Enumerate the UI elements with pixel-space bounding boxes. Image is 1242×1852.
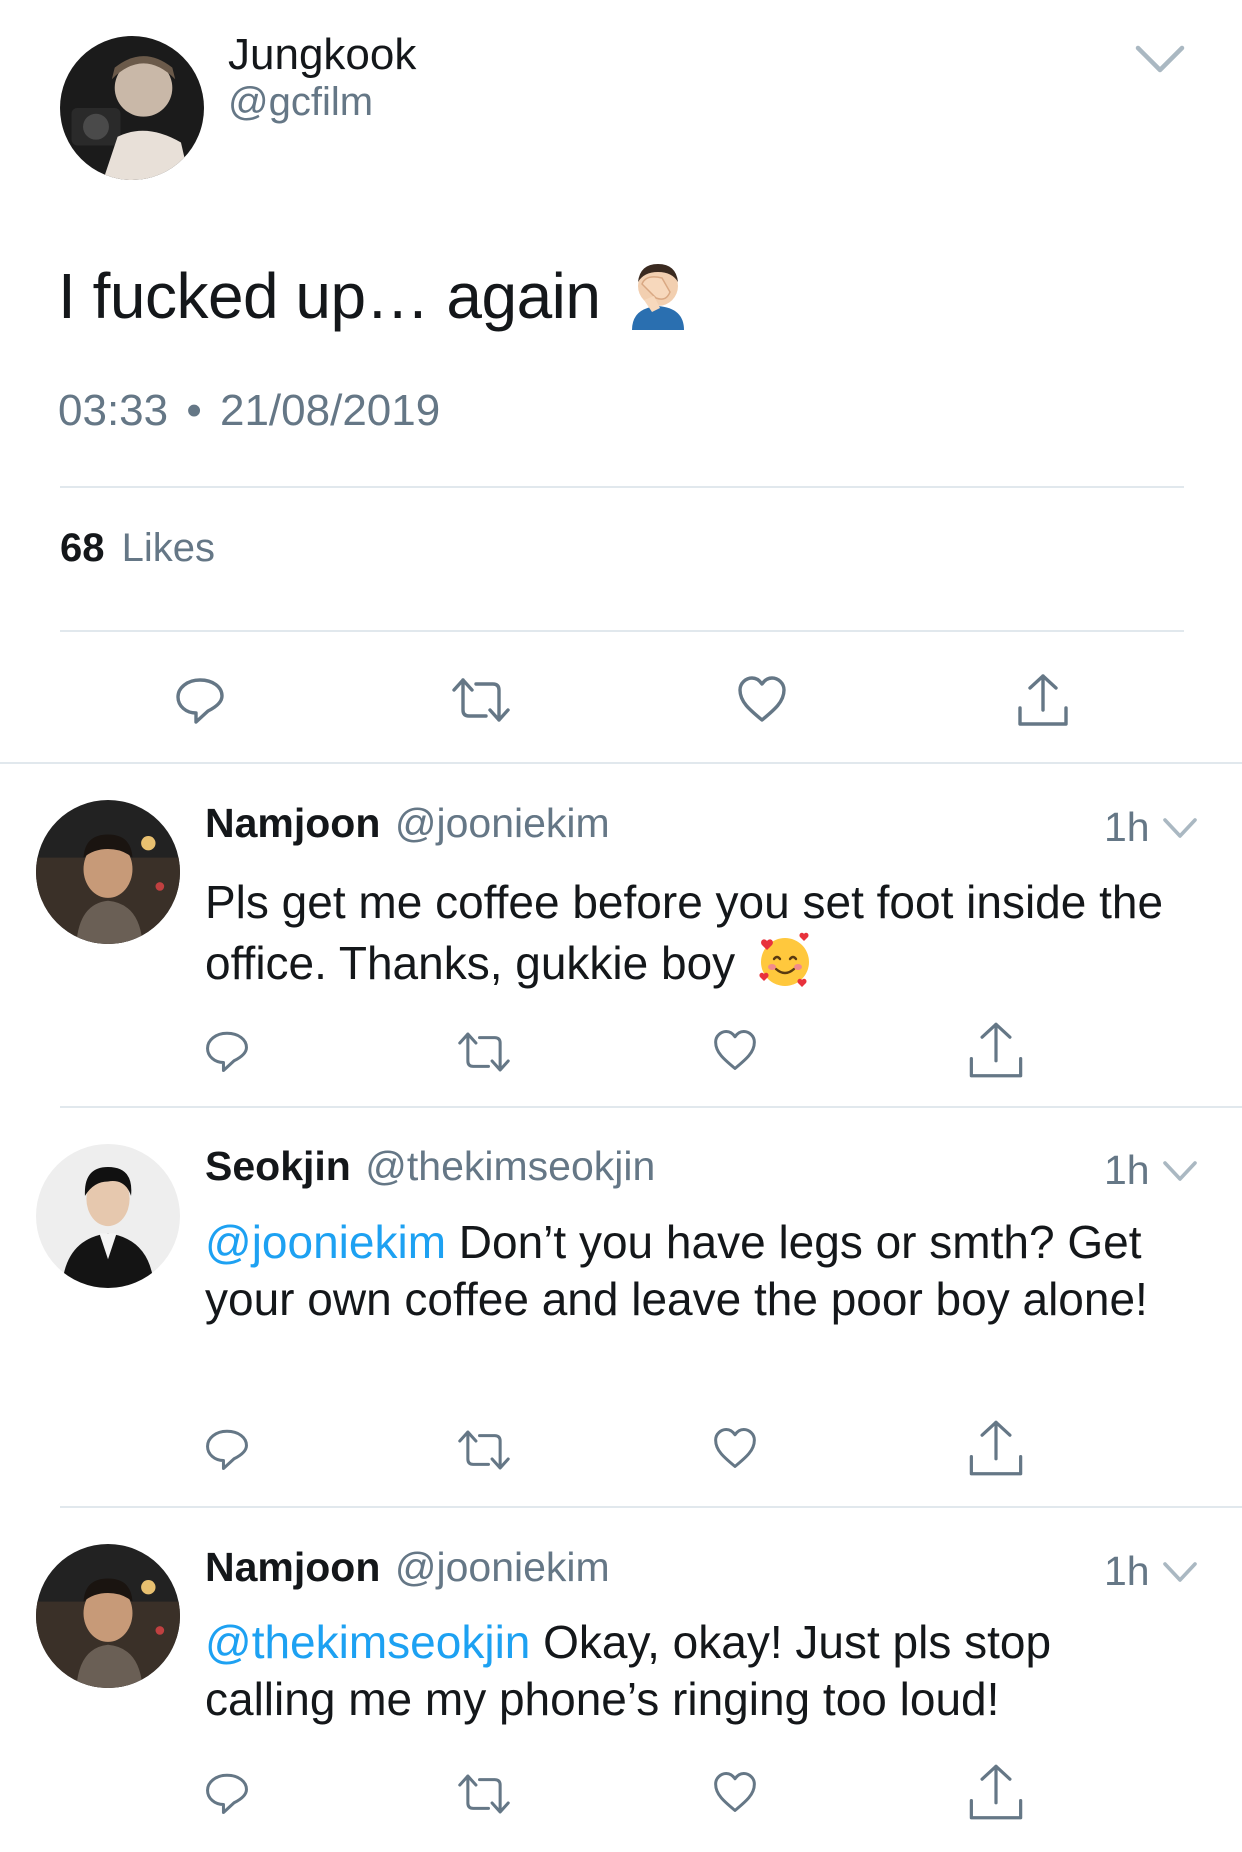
- divider: [60, 486, 1184, 488]
- likes-label: Likes: [121, 526, 216, 570]
- chevron-down-icon[interactable]: [1134, 42, 1186, 76]
- main-tweet-text: I fucked up… again: [58, 260, 601, 332]
- reply-icon[interactable]: [204, 1028, 250, 1074]
- time-separator: •: [186, 386, 202, 435]
- tweet-time: 03:33: [58, 386, 169, 435]
- reply-header: Namjoon @jooniekim: [205, 800, 610, 847]
- reply-icon[interactable]: [174, 674, 226, 726]
- reply-time: 1h: [1104, 804, 1150, 850]
- reply-avatar[interactable]: [36, 1544, 180, 1688]
- reply-avatar[interactable]: [36, 1144, 180, 1288]
- heart-icon[interactable]: [712, 1028, 758, 1072]
- reply-time: 1h: [1104, 1147, 1150, 1193]
- reply-text: @thekimseokjin Okay, okay! Just pls stop…: [205, 1614, 1165, 1728]
- reply-author-handle[interactable]: @jooniekim: [395, 800, 610, 846]
- divider: [60, 630, 1184, 632]
- main-author-name[interactable]: Jungkook: [228, 30, 416, 80]
- reply-body-text: Pls get me coffee before you set foot in…: [205, 876, 1164, 989]
- reply-header: Namjoon @jooniekim: [205, 1544, 610, 1591]
- heart-icon[interactable]: [736, 674, 788, 724]
- reply-avatar[interactable]: [36, 800, 180, 944]
- reply-text: @jooniekim Don’t you have legs or smth? …: [205, 1214, 1205, 1328]
- heart-icon[interactable]: [712, 1426, 758, 1470]
- retweet-icon[interactable]: [458, 1428, 510, 1472]
- main-tweet-text-row: I fucked up… again: [58, 256, 694, 336]
- share-icon[interactable]: [966, 1020, 1026, 1080]
- divider: [60, 1106, 1242, 1108]
- reply-author-handle[interactable]: @thekimseokjin: [365, 1143, 655, 1189]
- main-avatar[interactable]: [60, 36, 204, 180]
- reply-author-name[interactable]: Namjoon: [205, 800, 380, 846]
- chevron-down-icon[interactable]: [1162, 1159, 1198, 1183]
- chevron-down-icon[interactable]: [1162, 816, 1198, 840]
- mention-link[interactable]: @thekimseokjin: [205, 1616, 530, 1668]
- reply-author-handle[interactable]: @jooniekim: [395, 1544, 610, 1590]
- retweet-icon[interactable]: [458, 1772, 510, 1816]
- main-tweet-timestamp[interactable]: 03:33 • 21/08/2019: [58, 386, 440, 436]
- reply-header: Seokjin @thekimseokjin: [205, 1143, 655, 1190]
- share-icon[interactable]: [966, 1762, 1026, 1822]
- reply-author-name[interactable]: Namjoon: [205, 1544, 380, 1590]
- share-icon[interactable]: [966, 1418, 1026, 1478]
- reply-author-name[interactable]: Seokjin: [205, 1143, 351, 1189]
- reply-icon[interactable]: [204, 1426, 250, 1472]
- reply-text: Pls get me coffee before you set foot in…: [205, 874, 1180, 1002]
- smiling-face-with-hearts-icon: [756, 931, 814, 1002]
- heart-icon[interactable]: [712, 1770, 758, 1814]
- tweet-date: 21/08/2019: [219, 386, 441, 435]
- mention-link[interactable]: @jooniekim: [205, 1216, 446, 1268]
- chevron-down-icon[interactable]: [1162, 1560, 1198, 1584]
- divider: [60, 1506, 1242, 1508]
- man-facepalming-icon: [622, 258, 694, 335]
- retweet-icon[interactable]: [458, 1030, 510, 1074]
- likes-count: 68: [60, 526, 105, 570]
- retweet-icon[interactable]: [452, 676, 510, 724]
- share-icon[interactable]: [1016, 672, 1070, 728]
- reply-icon[interactable]: [204, 1770, 250, 1816]
- reply-time: 1h: [1104, 1548, 1150, 1594]
- likes-stat[interactable]: 68 Likes: [60, 526, 215, 571]
- divider: [0, 762, 1242, 764]
- main-author-handle[interactable]: @gcfilm: [228, 80, 373, 125]
